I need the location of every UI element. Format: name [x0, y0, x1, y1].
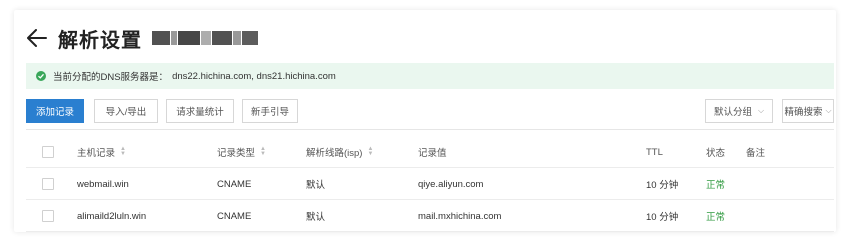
- sort-icon[interactable]: ▲ ▼: [367, 146, 373, 157]
- cell-host: alimaild2luln.win: [77, 210, 147, 222]
- cell-line: 默认: [306, 180, 326, 191]
- back-arrow-icon[interactable]: [24, 25, 50, 51]
- column-line-label: 解析线路(isp): [306, 148, 363, 159]
- page-header: 解析设置: [24, 20, 258, 56]
- notice-label: 当前分配的DNS服务器是：: [53, 72, 169, 83]
- cell-type: CNAME: [217, 210, 252, 222]
- column-status: 状态: [706, 148, 726, 159]
- check-circle-icon: [36, 71, 46, 81]
- default-group-label: 默认分组: [713, 107, 752, 118]
- request-stats-button[interactable]: 请求量统计: [166, 99, 234, 123]
- table-row: alimaild2luln.win CNAME 默认 mail.mxhichin…: [26, 200, 834, 232]
- advanced-search-label: 精确搜索: [784, 107, 823, 118]
- cell-type: CNAME: [217, 178, 252, 190]
- cell-host: webmail.win: [77, 178, 129, 190]
- column-value: 记录值: [418, 148, 447, 159]
- column-remark: 备注: [746, 148, 766, 159]
- column-line[interactable]: 解析线路(isp) ▲ ▼: [306, 136, 373, 168]
- chevron-down-icon: ⌵: [825, 106, 832, 115]
- column-type[interactable]: 记录类型 ▲ ▼: [217, 136, 266, 168]
- guide-button[interactable]: 新手引导: [242, 99, 298, 123]
- column-type-label: 记录类型: [217, 148, 256, 159]
- add-record-button[interactable]: 添加记录: [26, 99, 84, 123]
- cell-ttl: 10 分钟: [646, 212, 679, 223]
- column-host-label: 主机记录: [77, 148, 116, 159]
- sort-icon[interactable]: ▲ ▼: [120, 146, 126, 157]
- row-checkbox[interactable]: [42, 200, 54, 232]
- select-all-checkbox[interactable]: [42, 136, 54, 168]
- advanced-search-select[interactable]: 精确搜索 ⌵: [782, 99, 834, 123]
- import-export-button[interactable]: 导入/导出: [94, 99, 158, 123]
- default-group-select[interactable]: 默认分组 ⌵: [705, 99, 773, 123]
- column-host[interactable]: 主机记录 ▲ ▼: [77, 136, 126, 168]
- column-ttl: TTL: [646, 146, 663, 158]
- cell-value: qiye.aliyun.com: [418, 178, 484, 190]
- row-checkbox[interactable]: [42, 168, 54, 200]
- dns-server-notice: 当前分配的DNS服务器是： dns22.hichina.com, dns21.h…: [26, 63, 834, 89]
- toolbar: 添加记录 导入/导出 请求量统计 新手引导 默认分组 ⌵ 精确搜索 ⌵: [26, 99, 834, 130]
- divider: [26, 129, 834, 130]
- page-title: 解析设置: [58, 27, 142, 52]
- table-row: webmail.win CNAME 默认 qiye.aliyun.com 10 …: [26, 168, 834, 200]
- chevron-down-icon: ⌵: [757, 106, 765, 115]
- cell-line: 默认: [306, 212, 326, 223]
- dns-settings-card: 解析设置 当前分配的DNS服务器是： dns22.hichina.com, dn…: [14, 10, 836, 232]
- status-badge: 正常: [706, 212, 726, 223]
- sort-icon[interactable]: ▲ ▼: [260, 146, 266, 157]
- table-header-row: 主机记录 ▲ ▼ 记录类型 ▲ ▼ 解析线路(isp) ▲ ▼ 记录值 TTL 状态 …: [26, 136, 834, 168]
- redacted-domain: [152, 31, 258, 45]
- cell-value: mail.mxhichina.com: [418, 210, 502, 222]
- notice-servers: dns22.hichina.com, dns21.hichina.com: [172, 70, 336, 82]
- status-badge: 正常: [706, 180, 726, 191]
- records-table: 主机记录 ▲ ▼ 记录类型 ▲ ▼ 解析线路(isp) ▲ ▼ 记录值 TTL 状态 …: [26, 136, 834, 232]
- cell-ttl: 10 分钟: [646, 180, 679, 191]
